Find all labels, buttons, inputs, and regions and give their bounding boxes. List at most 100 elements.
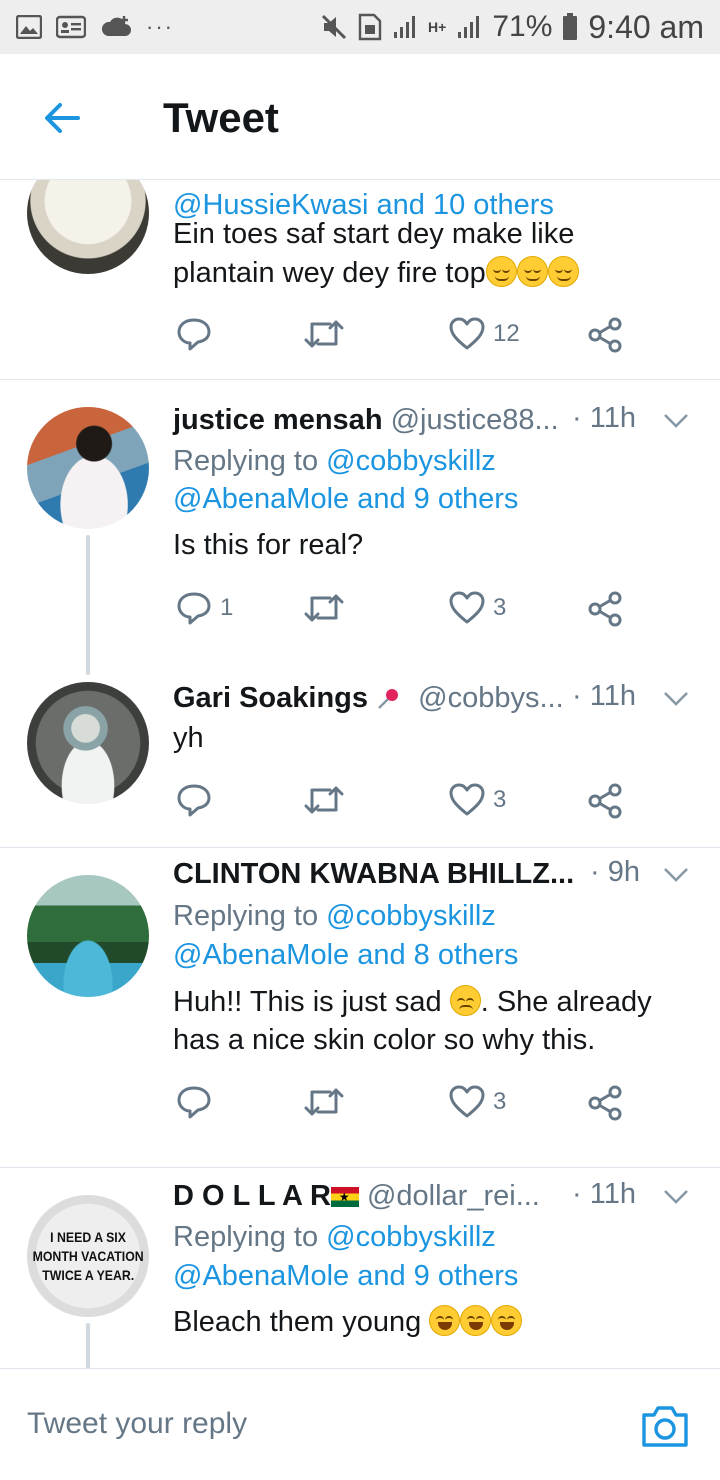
reply-button[interactable] xyxy=(176,316,220,352)
tweet-text: yh xyxy=(173,722,204,754)
tweet-card[interactable]: justice mensah @justice88... · 11h Reply… xyxy=(0,380,720,675)
like-button[interactable]: 3 xyxy=(449,782,506,818)
disappointed-face-icon xyxy=(449,985,481,1016)
share-button[interactable] xyxy=(586,1084,624,1122)
ghana-flag-icon xyxy=(330,1187,359,1207)
mention-line[interactable]: @AbenaMole and 9 others xyxy=(173,481,518,517)
reply-button[interactable] xyxy=(176,1084,220,1120)
share-icon xyxy=(588,591,622,627)
page-title: Tweet xyxy=(163,94,279,141)
avatar[interactable] xyxy=(27,407,149,529)
signal-icon xyxy=(392,14,418,40)
tweet-text-segment: Huh!! This is just sad xyxy=(173,986,442,1018)
retweet-icon xyxy=(304,1088,344,1116)
replying-label: Replying to xyxy=(173,445,319,477)
tweet-text: Is this for real? xyxy=(173,529,364,561)
tweet-text-segment: . She already xyxy=(480,986,652,1018)
network-type: H+ xyxy=(428,19,447,35)
retweet-button[interactable] xyxy=(304,1084,344,1120)
heart-icon xyxy=(449,317,485,350)
mention-link[interactable]: @cobbyskillz xyxy=(326,900,496,932)
back-arrow-icon[interactable] xyxy=(42,98,82,138)
retweet-icon xyxy=(304,594,344,622)
share-button[interactable] xyxy=(586,590,624,628)
tweet-actions: 12 xyxy=(176,316,626,356)
retweet-icon xyxy=(304,320,344,348)
tweet-text: Huh!! This is just sad . She already xyxy=(173,984,652,1020)
heart-icon xyxy=(449,591,485,624)
relieved-face-icon xyxy=(547,256,579,287)
user-handle[interactable]: @dollar_rei... xyxy=(367,1180,540,1212)
avatar[interactable] xyxy=(27,682,149,804)
rolling-laughing-face-icon xyxy=(491,1305,523,1336)
replying-to: Replying to @cobbyskillz xyxy=(173,898,496,934)
mention-link[interactable]: @cobbyskillz xyxy=(326,1221,496,1253)
chevron-down-icon[interactable] xyxy=(662,866,690,884)
replying-label: Replying to xyxy=(173,900,319,932)
tweet-card[interactable]: CLINTON KWABNA BHILLZ... · 9h Replying t… xyxy=(0,848,720,1168)
avatar[interactable] xyxy=(27,875,149,997)
more-notifications-icon: ··· xyxy=(146,14,174,39)
battery-percent: 71% xyxy=(492,10,553,43)
user-handle[interactable]: @cobbys... xyxy=(418,682,564,714)
camera-icon[interactable] xyxy=(640,1403,690,1449)
mute-icon xyxy=(320,13,348,41)
retweet-button[interactable] xyxy=(304,316,344,352)
gallery-icon xyxy=(16,15,42,39)
pushpin-icon xyxy=(378,689,399,709)
replying-to: Replying to @cobbyskillz xyxy=(173,443,496,479)
like-button[interactable]: 12 xyxy=(449,316,520,352)
tweet-author: CLINTON KWABNA BHILLZ... xyxy=(173,856,574,892)
mention-link[interactable]: @cobbyskillz xyxy=(326,445,496,477)
tweet-author: Gari Soakings @cobbys... xyxy=(173,680,564,716)
share-button[interactable] xyxy=(586,782,624,820)
avatar-text: MONTH VACATION xyxy=(32,1247,144,1264)
tweet-text-segment: Bleach them young xyxy=(173,1306,422,1338)
clock: 9:40 am xyxy=(588,8,704,45)
reply-button[interactable]: 1 xyxy=(176,590,233,626)
user-handle[interactable]: @justice88... xyxy=(391,404,559,436)
tweet-text: Bleach them young xyxy=(173,1304,523,1340)
share-icon xyxy=(588,317,622,353)
like-button[interactable]: 3 xyxy=(449,1084,506,1120)
tweet-card[interactable]: Gari Soakings @cobbys... · 11h yh 3 xyxy=(0,670,720,850)
reply-count: 1 xyxy=(220,594,234,621)
replies-feed[interactable]: @HussieKwasi and 10 others Ein toes saf … xyxy=(0,180,720,1368)
tweet-actions: 3 xyxy=(176,782,626,822)
tweet-card[interactable]: I NEED A SIX MONTH VACATION TWICE A YEAR… xyxy=(0,1168,720,1368)
battery-icon xyxy=(562,13,578,41)
tweet-text: plantain wey dey fire top xyxy=(173,255,579,291)
chevron-down-icon[interactable] xyxy=(662,690,690,708)
display-name[interactable]: CLINTON KWABNA BHILLZ... xyxy=(173,858,574,890)
tweet-time: · 9h xyxy=(590,856,640,888)
chevron-down-icon[interactable] xyxy=(662,412,690,430)
display-name[interactable]: justice mensah xyxy=(173,404,383,436)
like-count: 3 xyxy=(493,786,507,813)
share-button[interactable] xyxy=(586,316,624,354)
share-icon xyxy=(588,783,622,819)
tweet-time: · 11h xyxy=(572,402,636,434)
retweet-button[interactable] xyxy=(304,590,344,626)
mention-line[interactable]: @AbenaMole and 8 others xyxy=(173,937,518,973)
share-icon xyxy=(588,1085,622,1121)
like-count: 3 xyxy=(493,594,507,621)
avatar[interactable]: I NEED A SIX MONTH VACATION TWICE A YEAR… xyxy=(27,1195,149,1317)
tweet-time: · 11h xyxy=(572,680,636,712)
display-name[interactable]: Gari Soakings xyxy=(173,682,368,714)
thread-connector xyxy=(86,1323,90,1368)
display-name[interactable]: D O L L A R xyxy=(173,1180,331,1212)
reply-composer[interactable]: Tweet your reply xyxy=(0,1368,720,1480)
reply-input[interactable]: Tweet your reply xyxy=(27,1407,247,1441)
tweet-actions: 1 3 xyxy=(176,590,626,630)
tweet-author: justice mensah @justice88... xyxy=(173,402,559,438)
tweet-time: · 11h xyxy=(572,1178,636,1210)
reply-button[interactable] xyxy=(176,782,220,818)
thread-connector xyxy=(86,535,90,675)
avatar[interactable] xyxy=(27,180,149,274)
chevron-down-icon[interactable] xyxy=(662,1188,690,1206)
tweet-card[interactable]: @HussieKwasi and 10 others Ein toes saf … xyxy=(0,180,720,380)
mention-line[interactable]: @AbenaMole and 9 others xyxy=(173,1258,518,1294)
avatar-text: I NEED A SIX xyxy=(50,1228,126,1245)
retweet-button[interactable] xyxy=(304,782,344,818)
like-button[interactable]: 3 xyxy=(449,590,506,626)
